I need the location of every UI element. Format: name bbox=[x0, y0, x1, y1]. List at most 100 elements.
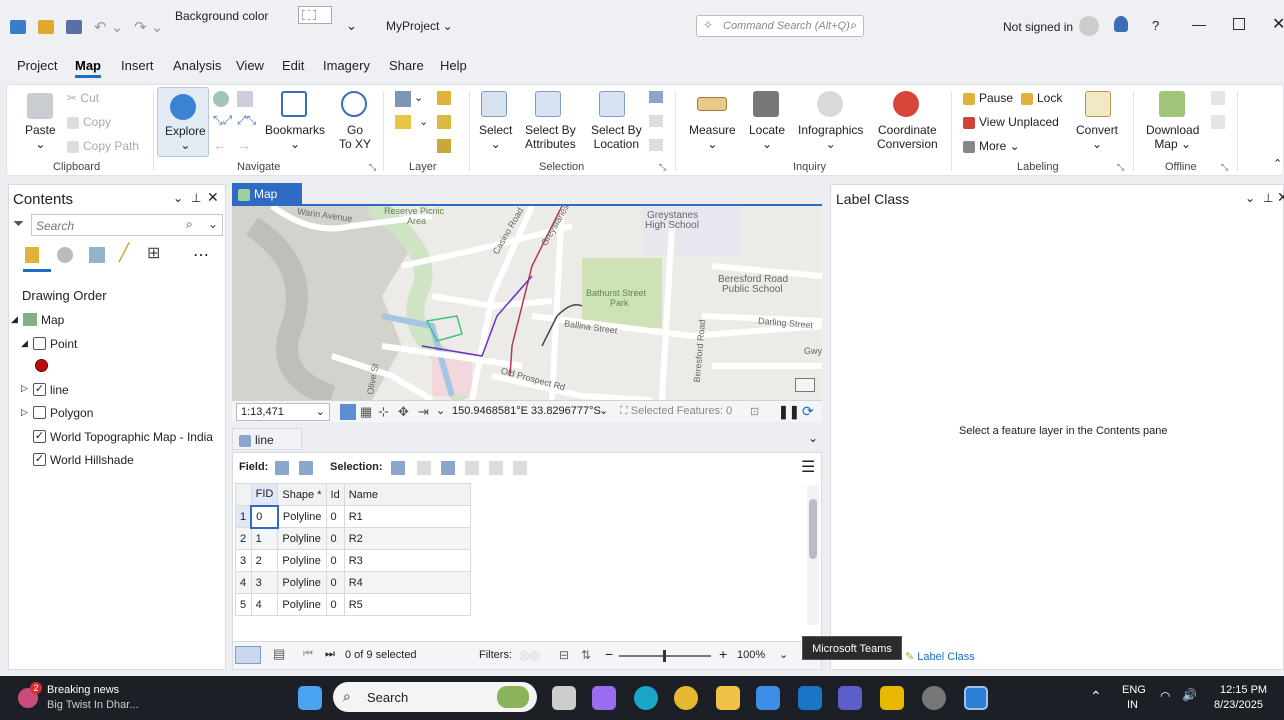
show-all-records-icon[interactable] bbox=[235, 646, 261, 664]
add-preset-icon[interactable] bbox=[437, 115, 451, 129]
direction-icon[interactable]: ⇥ bbox=[418, 404, 429, 420]
pause-drawing-icon[interactable]: ❚❚ bbox=[778, 404, 800, 420]
move-icon[interactable]: ✥ bbox=[398, 404, 409, 420]
cell-name[interactable]: R1 bbox=[343, 505, 471, 528]
lock-button[interactable]: Lock bbox=[1021, 91, 1062, 105]
column-header-shape[interactable]: Shape * bbox=[277, 483, 327, 506]
news-subtitle[interactable]: Big Twist In Dhar... bbox=[47, 699, 139, 711]
cell-name[interactable]: R2 bbox=[343, 527, 471, 550]
download-map-button[interactable]: Download Map ⌄ bbox=[1146, 123, 1199, 151]
sync-icon[interactable] bbox=[1211, 91, 1225, 105]
menu-analysis[interactable]: Analysis bbox=[173, 58, 221, 73]
edge-icon[interactable] bbox=[634, 686, 658, 710]
file-explorer-icon[interactable] bbox=[716, 686, 740, 710]
zoom-to-selection-icon[interactable] bbox=[649, 139, 663, 151]
signin-status[interactable]: Not signed in bbox=[1003, 20, 1073, 34]
more-options-icon[interactable]: ⋯ bbox=[193, 245, 209, 265]
topographic-checkbox[interactable]: ✓ bbox=[33, 430, 46, 443]
cell-shape[interactable]: Polyline bbox=[277, 571, 327, 594]
language-indicator-2[interactable]: IN bbox=[1127, 699, 1138, 711]
copy-button[interactable]: Copy bbox=[67, 115, 111, 129]
cell-shape[interactable]: Polyline bbox=[277, 527, 327, 550]
collapse-point-icon[interactable]: ◢ bbox=[21, 338, 28, 349]
bookmarks-button[interactable]: Bookmarks ⌄ bbox=[265, 123, 325, 151]
selection-launcher-icon[interactable]: ⤡ bbox=[659, 162, 666, 173]
cell-id[interactable]: 0 bbox=[325, 549, 345, 572]
cell-id[interactable]: 0 bbox=[325, 571, 345, 594]
explore-button[interactable]: Explore ⌄ bbox=[157, 87, 209, 157]
layer-polygon[interactable]: Polygon bbox=[50, 406, 93, 420]
labeling-launcher-icon[interactable]: ⤡ bbox=[1117, 162, 1124, 173]
collapse-ribbon-icon[interactable]: ⌃ bbox=[1273, 157, 1282, 170]
select-by-attributes-button[interactable]: Select By Attributes bbox=[525, 123, 576, 151]
menu-view[interactable]: View bbox=[236, 58, 264, 73]
full-extent-icon[interactable] bbox=[213, 91, 229, 107]
refresh-icon[interactable]: ⟳ bbox=[802, 403, 814, 420]
clear-selection-small-icon[interactable] bbox=[465, 461, 479, 475]
first-record-icon[interactable]: ⏮ bbox=[303, 648, 313, 661]
table-icon[interactable]: ▦ bbox=[360, 404, 372, 420]
attributes-icon[interactable] bbox=[649, 91, 663, 103]
zoom-dropdown-icon[interactable]: ⌄ bbox=[779, 648, 788, 661]
last-record-icon[interactable]: ⏭ bbox=[325, 648, 335, 661]
cell-fid[interactable]: 4 bbox=[250, 593, 279, 616]
layer-map[interactable]: Map bbox=[41, 313, 64, 327]
windows-start-icon[interactable] bbox=[298, 686, 322, 710]
pin-icon[interactable]: ⊥ bbox=[191, 191, 201, 205]
list-by-editing-icon[interactable]: ╱ bbox=[119, 243, 129, 263]
expand-polygon-icon[interactable]: ▷ bbox=[21, 407, 28, 418]
open-project-icon[interactable] bbox=[38, 20, 54, 34]
menu-map[interactable]: Map bbox=[75, 58, 101, 78]
copilot-icon[interactable] bbox=[592, 686, 616, 710]
table-row[interactable]: 5 4 Polyline 0 R5 bbox=[235, 593, 471, 616]
list-by-source-icon[interactable] bbox=[57, 247, 73, 263]
column-header-id[interactable]: Id bbox=[325, 483, 345, 506]
maximize-icon[interactable] bbox=[1233, 18, 1245, 30]
menu-imagery[interactable]: Imagery bbox=[323, 58, 370, 73]
table-row[interactable]: 1 0 Polyline 0 R1 bbox=[235, 504, 471, 529]
cell-shape[interactable]: Polyline bbox=[277, 549, 327, 572]
pane-options-icon[interactable]: ⌄ bbox=[1245, 191, 1255, 205]
coord-units-dropdown-icon[interactable]: ⌄ bbox=[599, 404, 608, 417]
convert-button[interactable]: Convert ⌄ bbox=[1076, 123, 1118, 151]
expand-map-icon[interactable]: ◢ bbox=[11, 314, 18, 325]
next-extent-icon[interactable]: → bbox=[237, 137, 251, 153]
power-bi-icon[interactable] bbox=[880, 686, 904, 710]
point-checkbox[interactable] bbox=[33, 337, 46, 350]
cell-id[interactable]: 0 bbox=[325, 505, 345, 528]
filter-extent-icon[interactable]: ◎◎ bbox=[519, 648, 540, 662]
table-scroll-thumb[interactable] bbox=[809, 499, 817, 559]
copy-path-button[interactable]: Copy Path bbox=[67, 139, 139, 153]
clock-time[interactable]: 12:15 PM bbox=[1220, 684, 1267, 696]
filter-features-icon[interactable]: ⊡ bbox=[750, 405, 759, 418]
select-button[interactable]: Select ⌄ bbox=[479, 123, 512, 151]
cell-id[interactable]: 0 bbox=[325, 593, 345, 616]
zoom-in-icon[interactable]: + bbox=[719, 646, 727, 662]
zoom-in-fixed-icon[interactable]: ⤡⤢ bbox=[213, 113, 232, 128]
app-icon[interactable] bbox=[922, 686, 946, 710]
clear-selection-icon[interactable] bbox=[649, 115, 663, 127]
layer-line[interactable]: line bbox=[50, 383, 69, 397]
table-row[interactable]: 3 2 Polyline 0 R3 bbox=[235, 549, 471, 572]
filter-icon[interactable]: ⏷ bbox=[13, 215, 24, 232]
cell-fid[interactable]: 2 bbox=[250, 549, 279, 572]
language-indicator-1[interactable]: ENG bbox=[1122, 684, 1146, 696]
layer-world-topographic[interactable]: World Topographic Map - India bbox=[50, 430, 213, 444]
list-by-selection-icon[interactable] bbox=[89, 247, 105, 263]
line-checkbox[interactable]: ✓ bbox=[33, 383, 46, 396]
row-number[interactable]: 5 bbox=[235, 593, 252, 616]
table-menu-icon[interactable]: ☰ bbox=[801, 457, 815, 477]
zoom-out-fixed-icon[interactable]: ⤢⤡ bbox=[237, 113, 256, 128]
map-tooltip-icon[interactable] bbox=[795, 378, 815, 392]
cell-id[interactable]: 0 bbox=[325, 527, 345, 550]
filter-sort-icon[interactable]: ⇅ bbox=[581, 648, 591, 662]
cell-fid[interactable]: 0 bbox=[250, 504, 279, 529]
menu-project[interactable]: Project bbox=[17, 58, 57, 73]
table-scrollbar[interactable] bbox=[807, 485, 819, 625]
cell-fid[interactable]: 1 bbox=[250, 527, 279, 550]
tab-map[interactable]: Map ✕ bbox=[232, 183, 302, 223]
show-selected-records-icon[interactable]: ▤ bbox=[273, 646, 285, 662]
customize-dropdown-icon[interactable]: ⌄ bbox=[346, 18, 357, 34]
wifi-icon[interactable]: ◠ bbox=[1160, 689, 1170, 703]
table-options-icon[interactable]: ⌄ bbox=[808, 431, 818, 445]
